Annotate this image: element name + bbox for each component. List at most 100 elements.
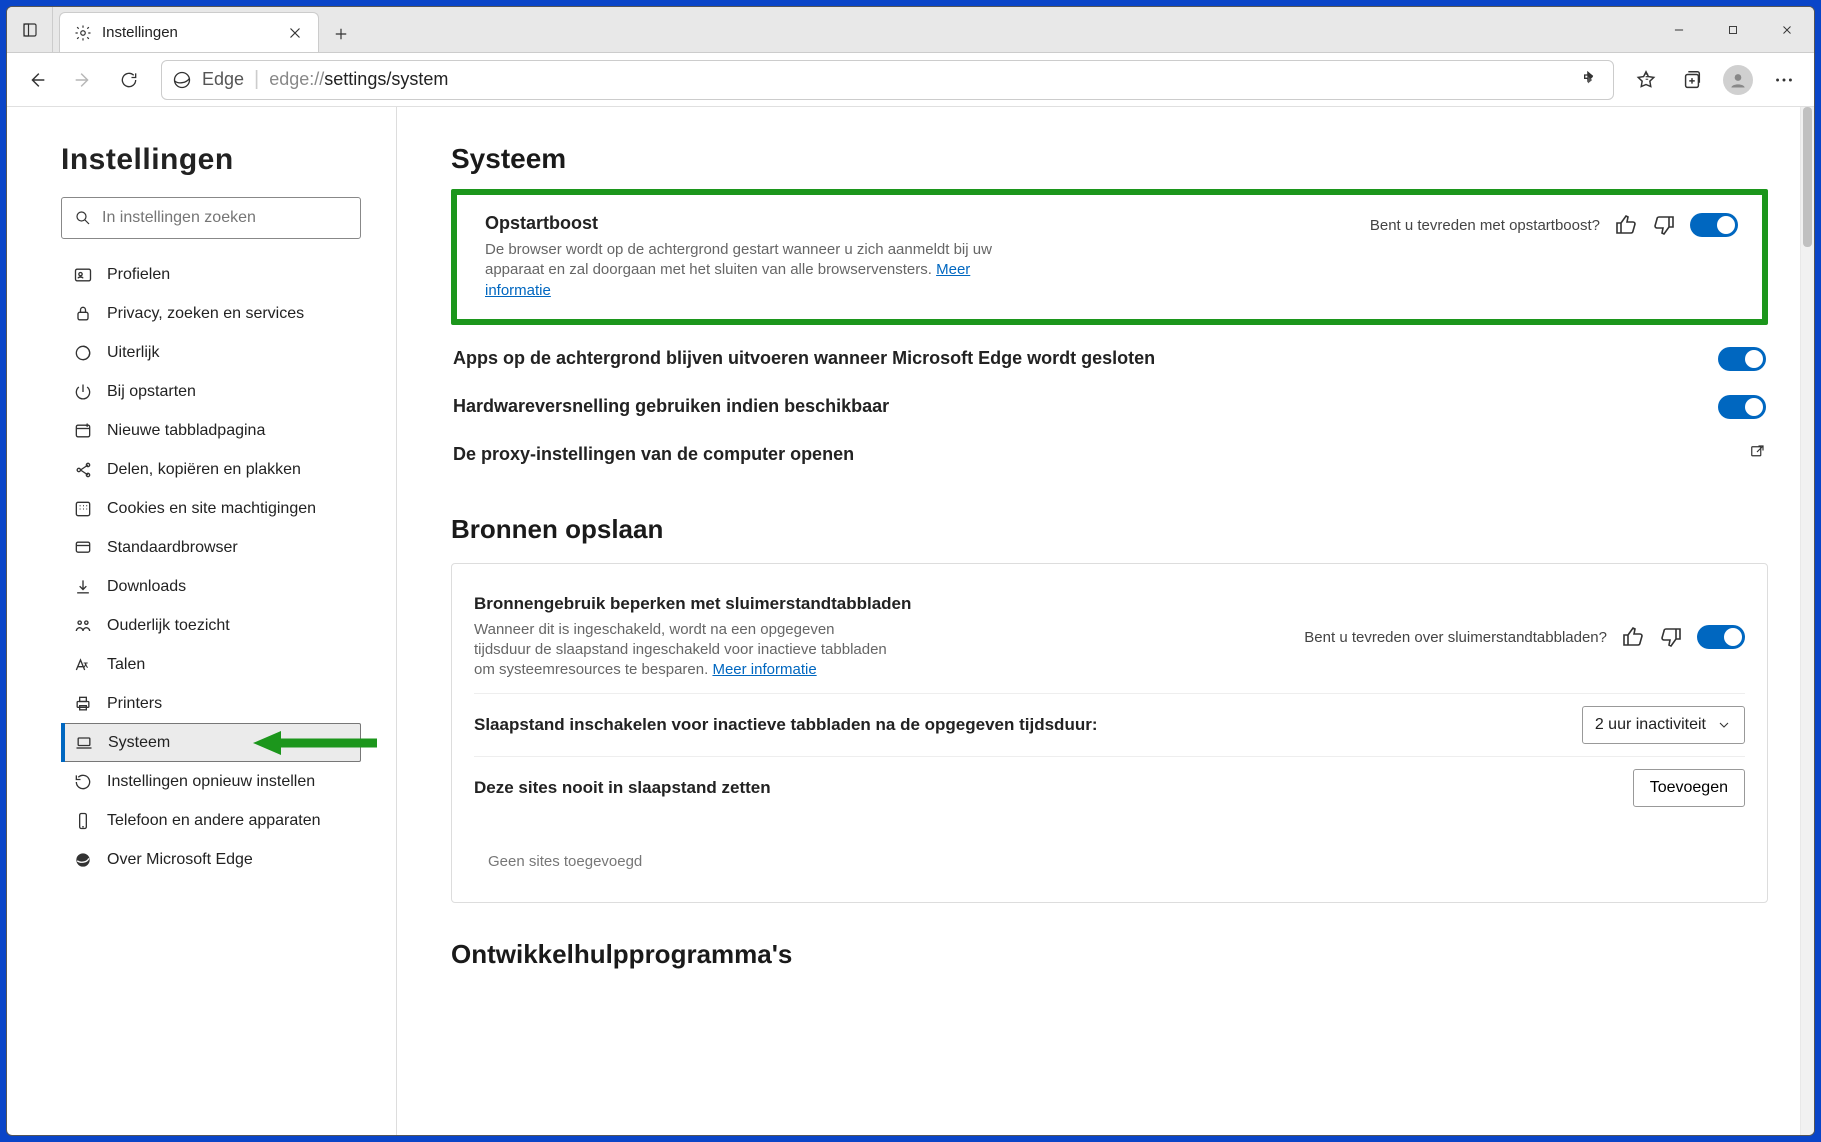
- startup-boost-toggle[interactable]: [1690, 213, 1738, 237]
- nav-label: Instellingen opnieuw instellen: [107, 773, 315, 791]
- startup-boost-text: Opstartboost De browser wordt op de acht…: [485, 213, 1350, 301]
- sleep-tabs-feedback: Bent u tevreden over sluimerstandtabblad…: [1304, 625, 1745, 649]
- sleep-tabs-title: Bronnengebruik beperken met sluimerstand…: [474, 594, 1284, 614]
- nav-telefoon[interactable]: Telefoon en andere apparaten: [61, 801, 361, 840]
- nav-privacy[interactable]: Privacy, zoeken en services: [61, 294, 361, 333]
- add-site-button[interactable]: Toevoegen: [1633, 769, 1745, 807]
- sleep-tabs-more-info-link[interactable]: Meer informatie: [712, 661, 816, 678]
- back-button[interactable]: [17, 60, 57, 100]
- hw-accel-title: Hardwareversnelling gebruiken indien bes…: [453, 396, 1698, 417]
- nav-label: Uiterlijk: [107, 344, 159, 362]
- titlebar: Instellingen: [7, 7, 1814, 53]
- tab-strip: Instellingen: [53, 7, 1652, 52]
- settings-search-input[interactable]: [102, 209, 348, 227]
- startup-boost-title: Opstartboost: [485, 213, 1350, 234]
- nav-label: Cookies en site machtigingen: [107, 500, 316, 518]
- startup-boost-feedback-q: Bent u tevreden met opstartboost?: [1370, 217, 1600, 234]
- bg-apps-row: Apps op de achtergrond blijven uitvoeren…: [451, 335, 1768, 383]
- bg-apps-title: Apps op de achtergrond blijven uitvoeren…: [453, 348, 1698, 369]
- nav-label: Privacy, zoeken en services: [107, 305, 304, 323]
- app-menu-button[interactable]: [1764, 60, 1804, 100]
- nav-label: Telefoon en andere apparaten: [107, 812, 321, 830]
- tab-actions-button[interactable]: [7, 7, 53, 52]
- default-browser-icon: [73, 538, 93, 558]
- hw-accel-toggle[interactable]: [1718, 395, 1766, 419]
- refresh-button[interactable]: [109, 60, 149, 100]
- nav-systeem[interactable]: Systeem: [61, 723, 361, 762]
- chevron-down-icon: [1716, 717, 1732, 733]
- nav-downloads[interactable]: Downloads: [61, 567, 361, 606]
- printer-icon: [73, 694, 93, 714]
- tab-close-button[interactable]: [286, 24, 304, 42]
- bg-apps-toggle[interactable]: [1718, 347, 1766, 371]
- collections-button[interactable]: [1672, 60, 1712, 100]
- address-bar[interactable]: Edge | edge://settings/system: [161, 60, 1614, 100]
- reset-icon: [73, 772, 93, 792]
- nav-standaardbrowser[interactable]: Standaardbrowser: [61, 528, 361, 567]
- thumbs-up-button[interactable]: [1614, 213, 1638, 237]
- share-icon: [73, 460, 93, 480]
- nav-label: Talen: [107, 656, 145, 674]
- hw-accel-row: Hardwareversnelling gebruiken indien bes…: [451, 383, 1768, 431]
- nav-label: Delen, kopiëren en plakken: [107, 461, 301, 479]
- sidebar-heading: Instellingen: [61, 143, 376, 177]
- scrollbar-thumb[interactable]: [1803, 107, 1812, 247]
- settings-search[interactable]: [61, 197, 361, 239]
- nav-nieuwe-tab[interactable]: Nieuwe tabbladpagina: [61, 411, 361, 450]
- thumbs-down-button[interactable]: [1659, 625, 1683, 649]
- lock-icon: [73, 304, 93, 324]
- scrollbar[interactable]: [1800, 107, 1814, 1135]
- new-tab-icon: [73, 421, 93, 441]
- never-sleep-empty: Geen sites toegevoegd: [474, 847, 642, 872]
- sleep-after-title: Slaapstand inschakelen voor inactieve ta…: [474, 715, 1562, 735]
- nav-ouderlijk[interactable]: Ouderlijk toezicht: [61, 606, 361, 645]
- thumbs-down-button[interactable]: [1652, 213, 1676, 237]
- cookies-icon: [73, 499, 93, 519]
- family-icon: [73, 616, 93, 636]
- phone-icon: [73, 811, 93, 831]
- edge-label: Edge: [202, 69, 244, 90]
- nav-profielen[interactable]: Profielen: [61, 255, 361, 294]
- nav-printers[interactable]: Printers: [61, 684, 361, 723]
- nav-over-edge[interactable]: Over Microsoft Edge: [61, 840, 361, 879]
- nav-reset[interactable]: Instellingen opnieuw instellen: [61, 762, 361, 801]
- content-area: Instellingen Profielen Privacy, zoeken e…: [7, 107, 1814, 1135]
- gear-icon: [74, 24, 92, 42]
- section-heading-dev: Ontwikkelhulpprogramma's: [451, 939, 1768, 970]
- nav-uiterlijk[interactable]: Uiterlijk: [61, 333, 361, 372]
- section-heading-bronnen: Bronnen opslaan: [451, 514, 1768, 545]
- sleep-after-row: Slaapstand inschakelen voor inactieve ta…: [474, 693, 1745, 756]
- sleep-after-value: 2 uur inactiviteit: [1595, 716, 1706, 734]
- never-sleep-title: Deze sites nooit in slaapstand zetten: [474, 778, 1613, 798]
- nav-cookies[interactable]: Cookies en site machtigingen: [61, 489, 361, 528]
- address-separator: |: [254, 68, 259, 91]
- read-aloud-button[interactable]: [1573, 60, 1603, 100]
- appearance-icon: [73, 343, 93, 363]
- tab-settings[interactable]: Instellingen: [59, 12, 319, 52]
- profile-button[interactable]: [1718, 60, 1758, 100]
- minimize-button[interactable]: [1652, 7, 1706, 52]
- maximize-button[interactable]: [1706, 7, 1760, 52]
- sleep-tabs-row: Bronnengebruik beperken met sluimerstand…: [474, 582, 1745, 693]
- never-sleep-row: Deze sites nooit in slaapstand zetten To…: [474, 756, 1745, 884]
- edge-icon: [73, 850, 93, 870]
- nav-label: Ouderlijk toezicht: [107, 617, 230, 635]
- close-window-button[interactable]: [1760, 7, 1814, 52]
- avatar-icon: [1723, 65, 1753, 95]
- favorites-button[interactable]: [1626, 60, 1666, 100]
- sleep-tabs-toggle[interactable]: [1697, 625, 1745, 649]
- nav-label: Printers: [107, 695, 162, 713]
- nav-talen[interactable]: Talen: [61, 645, 361, 684]
- startup-boost-desc: De browser wordt op de achtergrond gesta…: [485, 240, 1005, 301]
- sleep-after-select[interactable]: 2 uur inactiviteit: [1582, 706, 1745, 744]
- forward-button[interactable]: [63, 60, 103, 100]
- settings-sidebar: Instellingen Profielen Privacy, zoeken e…: [7, 107, 397, 1135]
- proxy-row[interactable]: De proxy-instellingen van de computer op…: [451, 431, 1768, 478]
- new-tab-button[interactable]: [323, 16, 359, 52]
- language-icon: [73, 655, 93, 675]
- nav-delen[interactable]: Delen, kopiëren en plakken: [61, 450, 361, 489]
- annotation-highlight-box: Opstartboost De browser wordt op de acht…: [451, 189, 1768, 325]
- thumbs-up-button[interactable]: [1621, 625, 1645, 649]
- nav-label: Standaardbrowser: [107, 539, 238, 557]
- nav-bij-opstarten[interactable]: Bij opstarten: [61, 372, 361, 411]
